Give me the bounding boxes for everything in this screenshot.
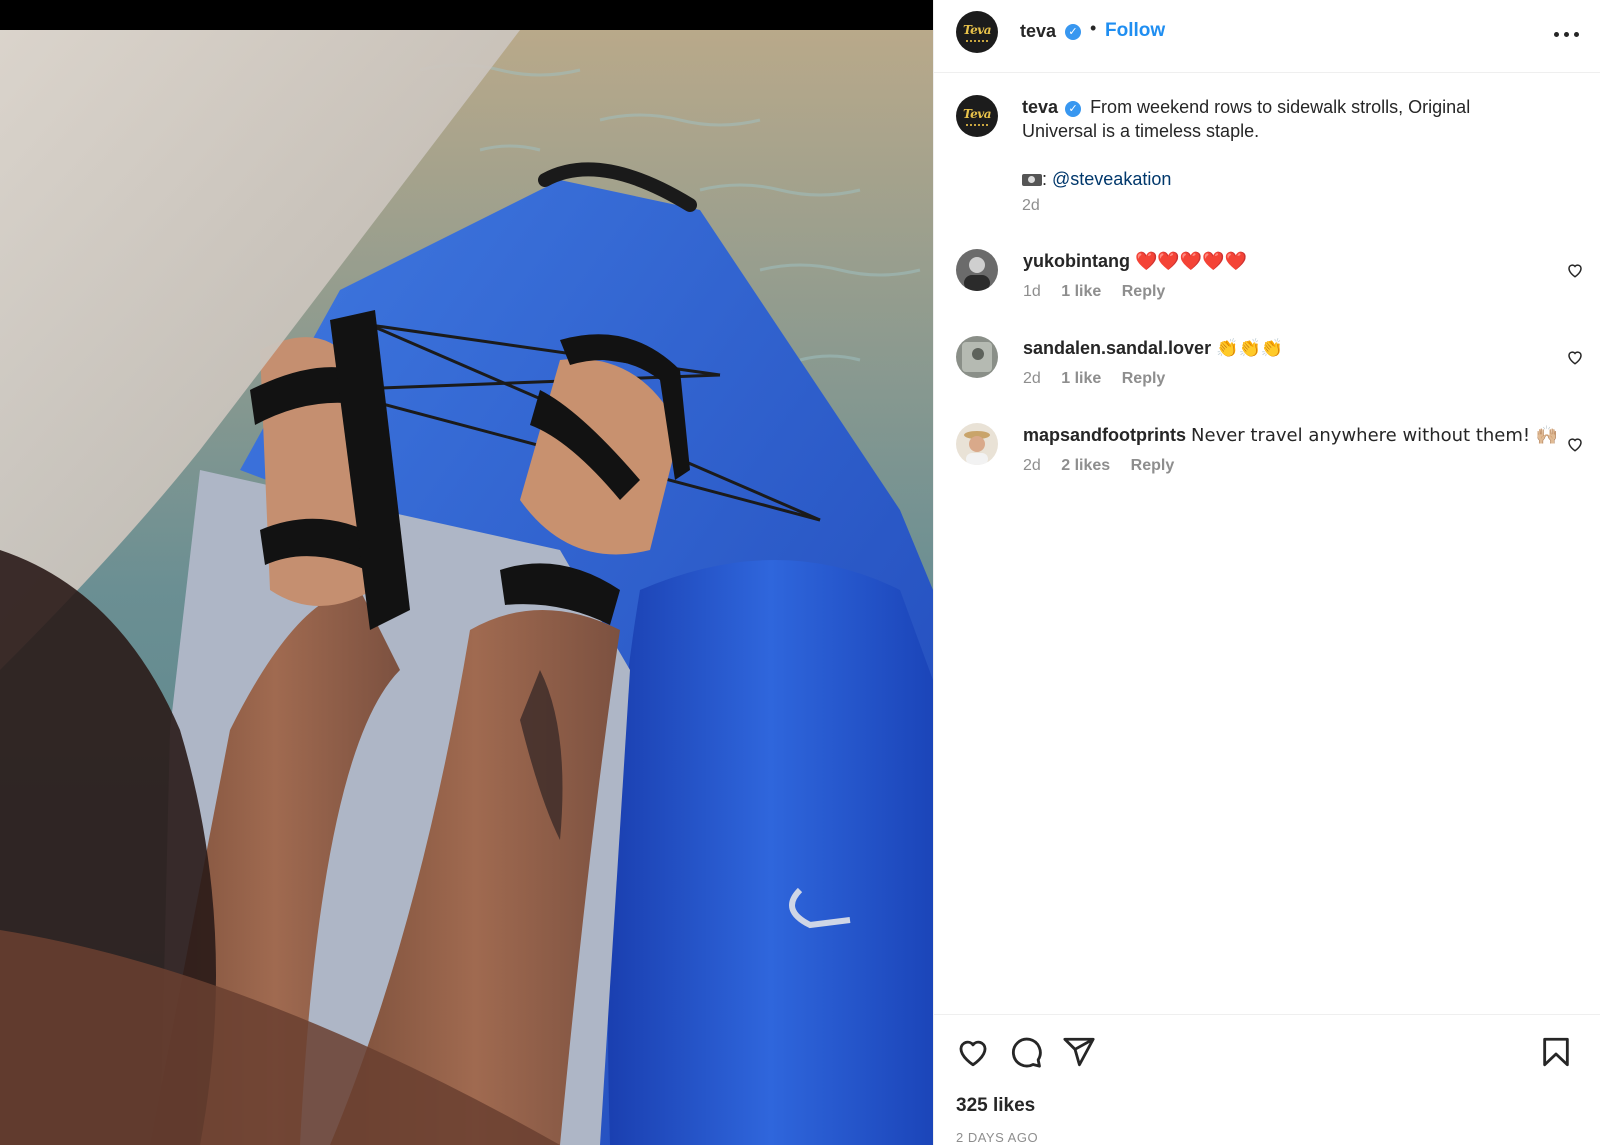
heart-icon[interactable] <box>956 1035 990 1069</box>
comment: yukobintang ❤️❤️❤️❤️❤️ 1d 1 like Reply <box>934 249 1600 329</box>
caption-text: teva ✓ From weekend rows to sidewalk str… <box>1022 95 1522 191</box>
reply-button[interactable]: Reply <box>1122 283 1166 300</box>
caption-body: From weekend rows to sidewalk strolls, O… <box>1022 97 1471 141</box>
post-photo[interactable] <box>0 0 933 1145</box>
person-icon <box>964 431 990 465</box>
heart-icon[interactable] <box>1566 261 1584 279</box>
post-actions: 325 likes 2 DAYS AGO <box>934 1014 1600 1145</box>
comment-meta: 2d 2 likes Reply <box>1023 457 1190 475</box>
reply-button[interactable]: Reply <box>1131 457 1175 474</box>
camera-icon <box>1022 174 1042 186</box>
post-header: Teva teva ✓ • Follow <box>934 0 1600 73</box>
avatar[interactable] <box>956 423 998 465</box>
logo-underline <box>966 40 988 42</box>
person-icon <box>962 342 992 372</box>
likes-count[interactable]: 325 likes <box>956 1095 1035 1117</box>
more-icon[interactable] <box>1554 22 1584 46</box>
avatar[interactable] <box>956 336 998 378</box>
post-username[interactable]: teva <box>1020 21 1056 42</box>
comment-likes[interactable]: 1 like <box>1061 370 1101 387</box>
comment: sandalen.sandal.lover 👏👏👏 2d 1 like Repl… <box>934 336 1600 416</box>
comment-time[interactable]: 2d <box>1023 457 1041 474</box>
person-icon <box>964 257 990 291</box>
comment-body: Never travel anywhere without them! 🙌🏼 <box>1191 425 1559 446</box>
heart-icon[interactable] <box>1566 435 1584 453</box>
logo-underline <box>966 124 988 126</box>
avatar[interactable] <box>956 249 998 291</box>
post-side-panel: Teva teva ✓ • Follow Teva teva ✓ From we… <box>933 0 1600 1145</box>
comment: mapsandfootprints Never travel anywhere … <box>934 423 1600 503</box>
comment-text: yukobintang ❤️❤️❤️❤️❤️ <box>1023 251 1247 272</box>
kayak-sandals-photo <box>0 30 933 1145</box>
comment-meta: 2d 1 like Reply <box>1023 370 1181 388</box>
reply-button[interactable]: Reply <box>1122 370 1166 387</box>
comment-likes[interactable]: 1 like <box>1061 283 1101 300</box>
comment-body: ❤️❤️❤️❤️❤️ <box>1135 251 1248 272</box>
bookmark-icon[interactable] <box>1539 1035 1573 1069</box>
comment-icon[interactable] <box>1009 1035 1043 1069</box>
comment-meta: 1d 1 like Reply <box>1023 283 1181 301</box>
share-icon[interactable] <box>1062 1035 1096 1069</box>
comment-time[interactable]: 2d <box>1023 370 1041 387</box>
teva-logo: Teva <box>963 107 991 121</box>
verified-icon: ✓ <box>1065 101 1082 117</box>
comment-body: 👏👏👏 <box>1216 338 1284 359</box>
avatar[interactable]: Teva <box>956 11 998 53</box>
heart-icon[interactable] <box>1566 348 1584 366</box>
post-date[interactable]: 2 DAYS AGO <box>956 1130 1038 1145</box>
comment-text: sandalen.sandal.lover 👏👏👏 <box>1023 338 1283 359</box>
comment-text: mapsandfootprints Never travel anywhere … <box>1023 425 1558 446</box>
comment-time[interactable]: 1d <box>1023 283 1041 300</box>
credit-prefix: : <box>1042 169 1053 189</box>
caption-timestamp[interactable]: 2d <box>1022 197 1040 215</box>
caption-username[interactable]: teva <box>1022 97 1058 117</box>
teva-logo: Teva <box>963 23 991 37</box>
follow-button[interactable]: Follow <box>1105 20 1165 42</box>
comment-username[interactable]: mapsandfootprints <box>1023 425 1186 445</box>
verified-icon: ✓ <box>1065 24 1081 40</box>
mention-link[interactable]: @steveakation <box>1052 169 1171 189</box>
avatar[interactable]: Teva <box>956 95 998 137</box>
separator-dot: • <box>1090 18 1097 38</box>
comment-username[interactable]: yukobintang <box>1023 251 1130 271</box>
comment-username[interactable]: sandalen.sandal.lover <box>1023 338 1211 358</box>
comment-likes[interactable]: 2 likes <box>1061 457 1110 474</box>
